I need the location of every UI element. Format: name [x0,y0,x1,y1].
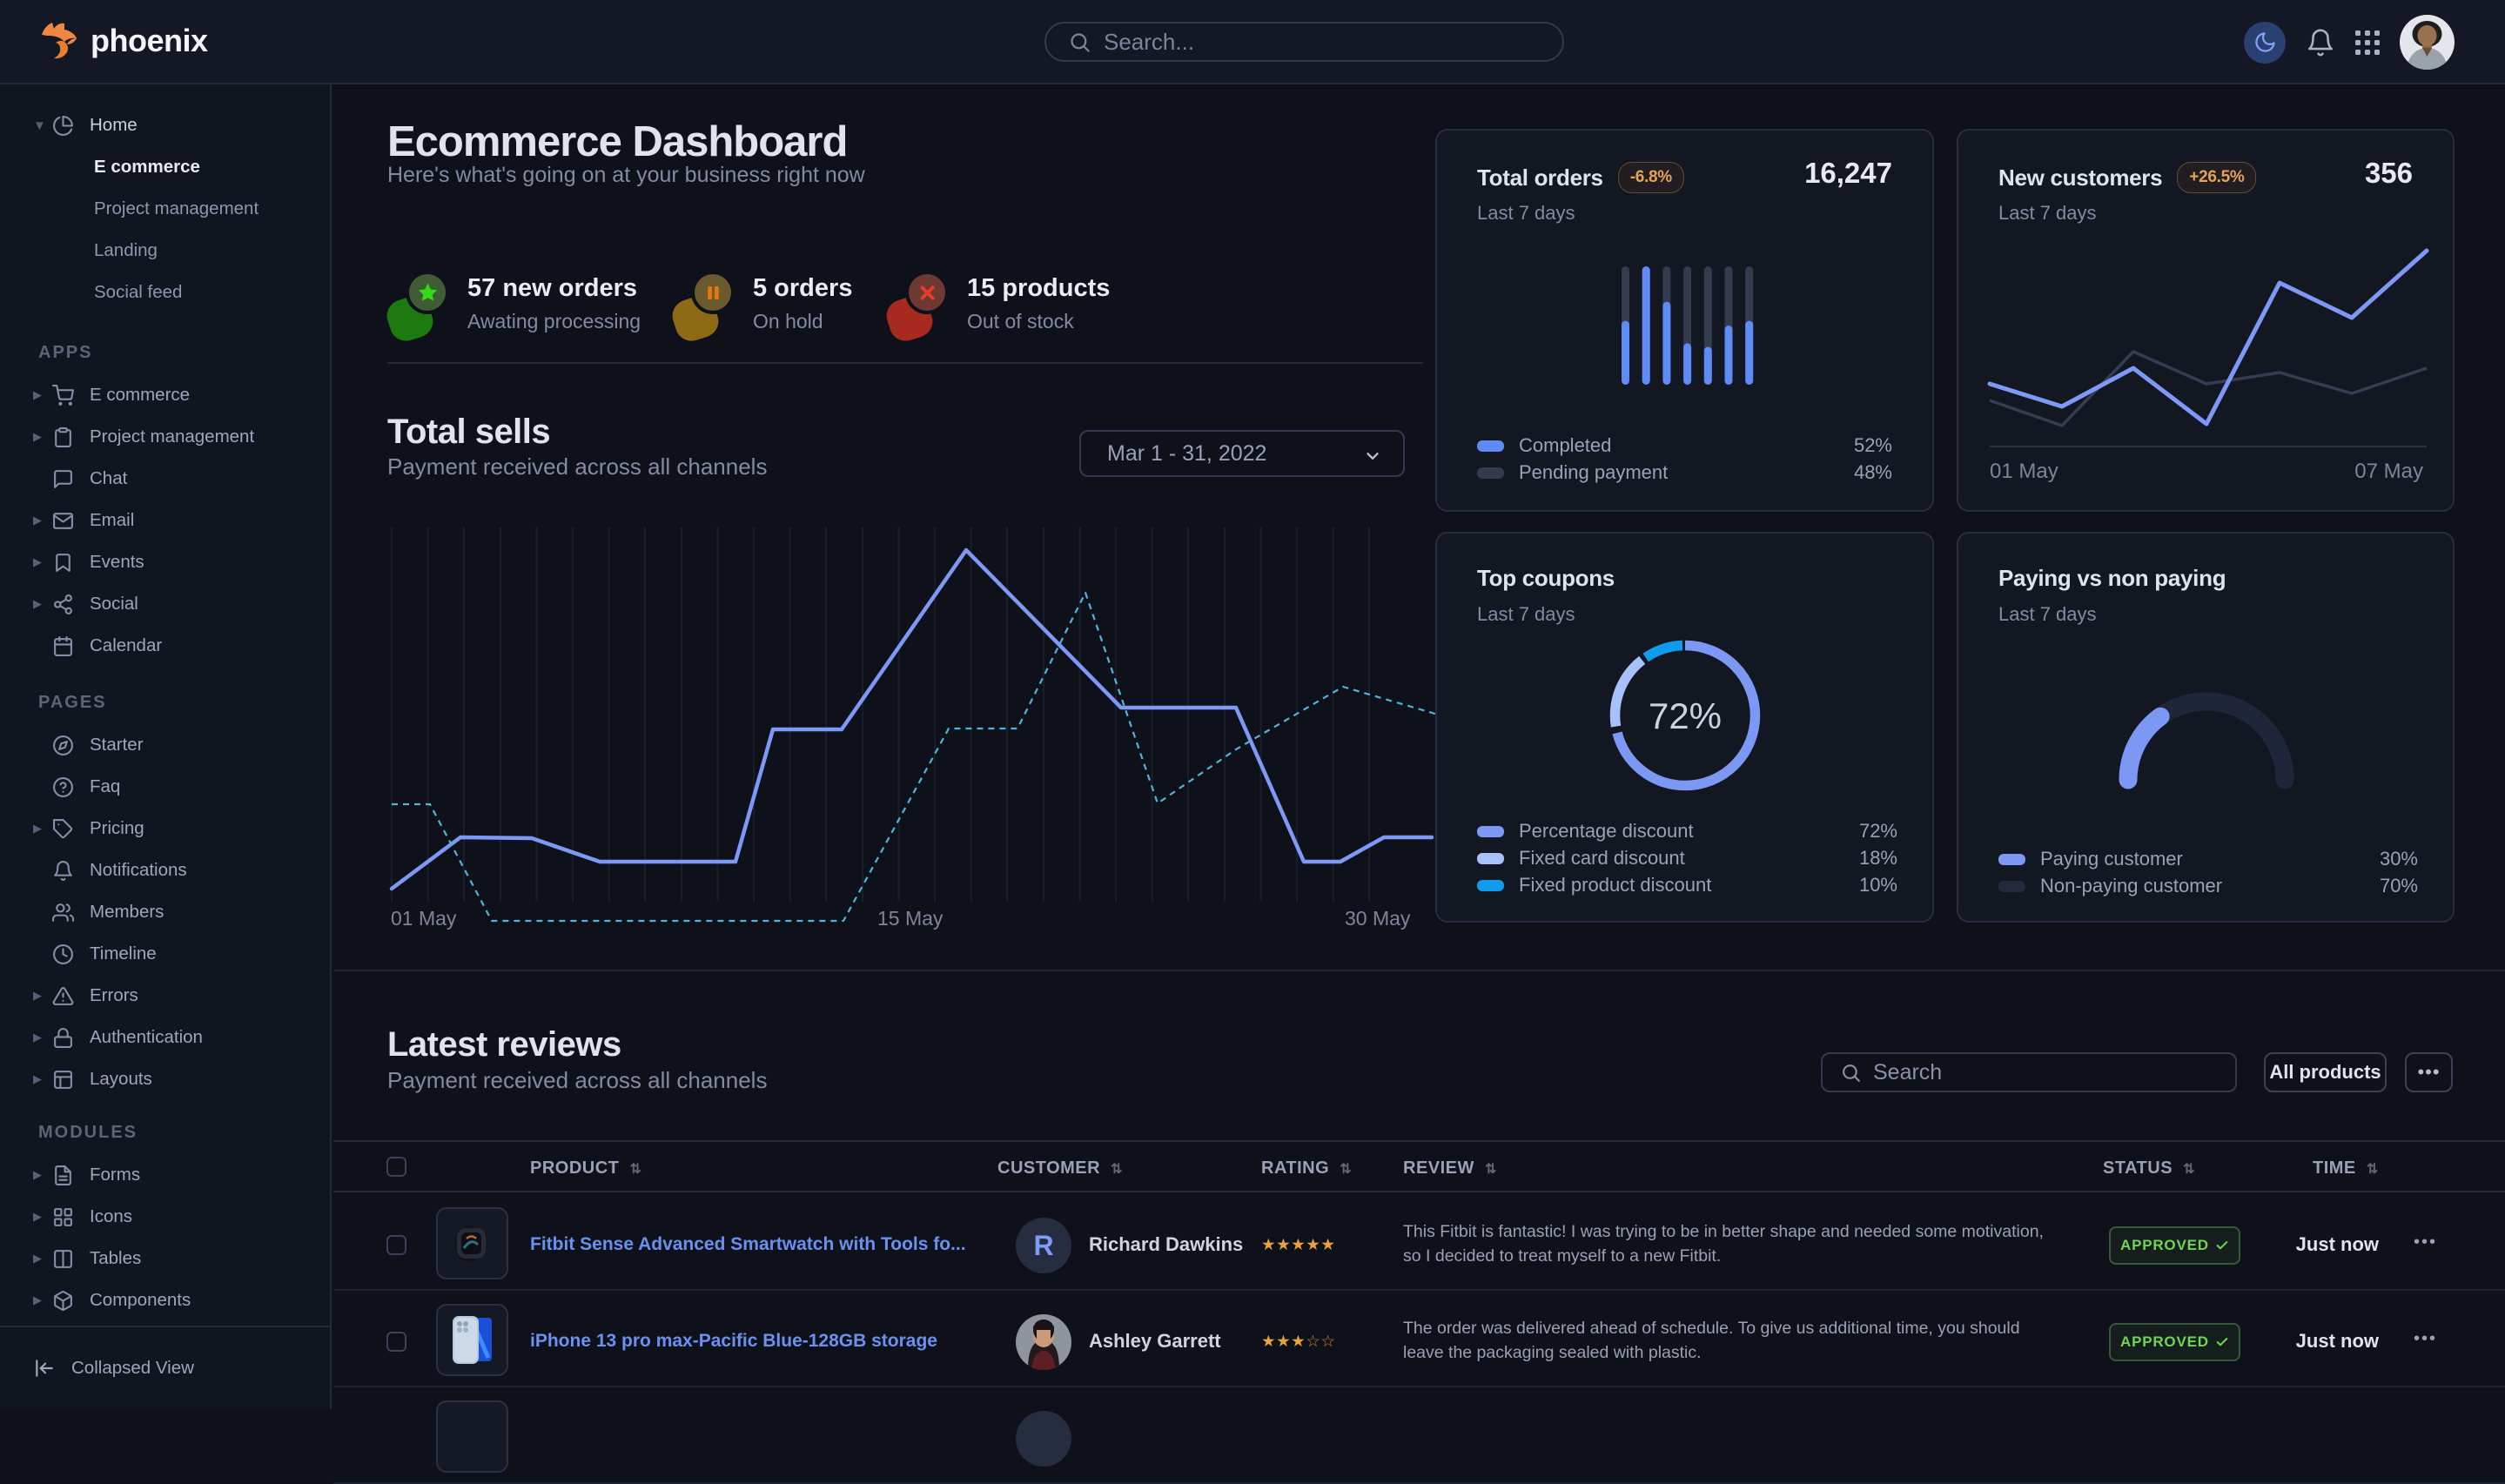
svg-text:72%: 72% [1649,695,1722,736]
